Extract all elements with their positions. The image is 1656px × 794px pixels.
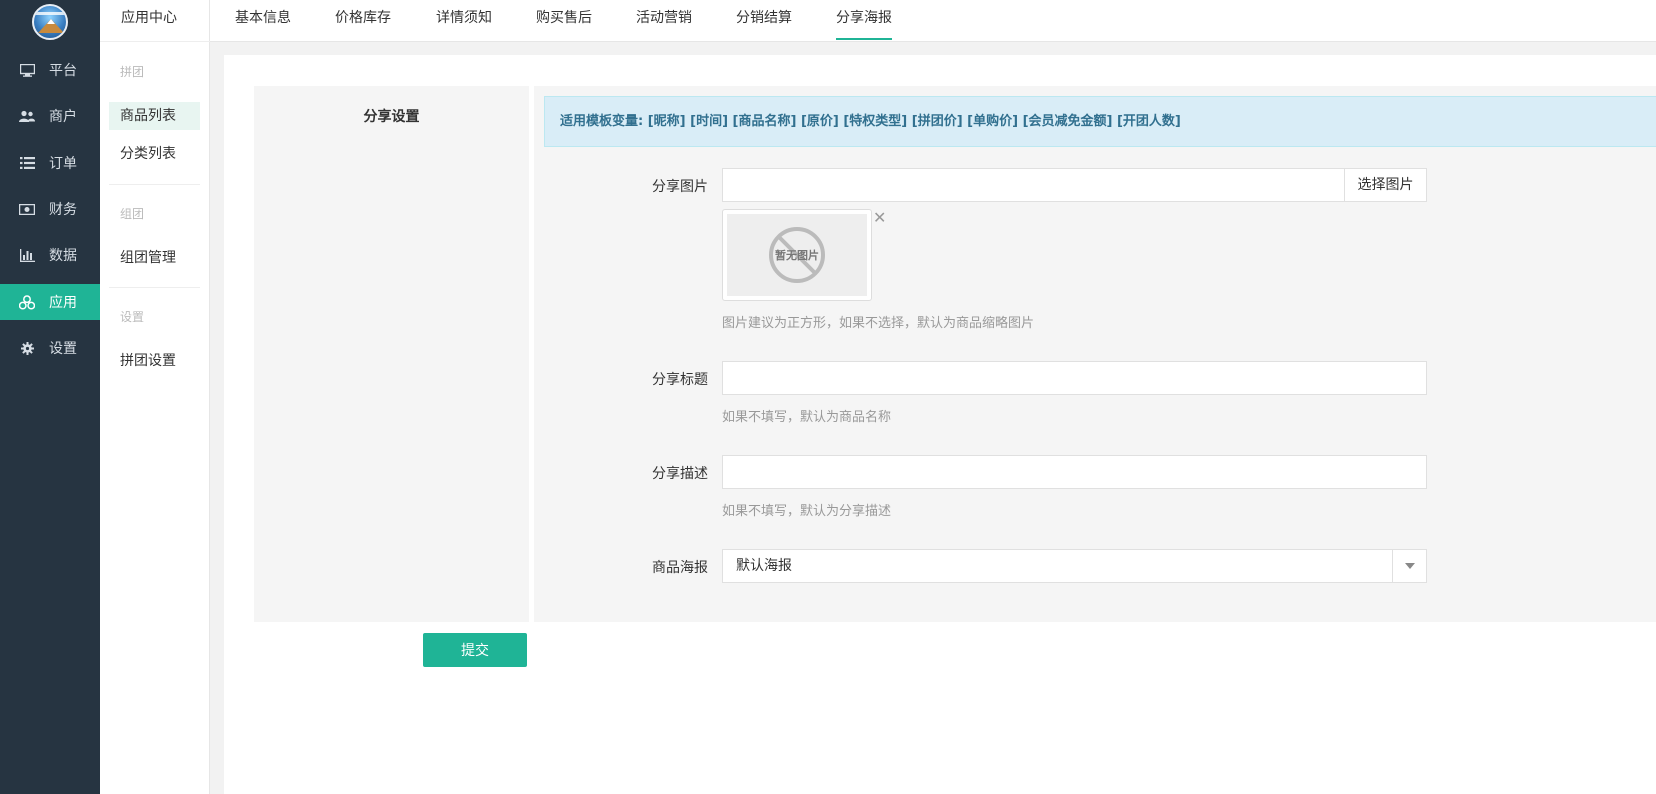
share-desc-hint: 如果不填写，默认为分享描述 (722, 504, 892, 519)
tab-price-stock[interactable]: 价格库存 (335, 0, 391, 42)
share-title-label: 分享标题 (652, 372, 708, 388)
tab-basic-info[interactable]: 基本信息 (235, 0, 291, 42)
tab-after-sales[interactable]: 购买售后 (536, 0, 592, 42)
select-caret-box[interactable] (1392, 550, 1426, 582)
subnav-group-title: 设置 (120, 310, 145, 324)
sidebar-item-label: 商户 (49, 109, 77, 125)
share-title-input[interactable] (722, 361, 1427, 395)
subnav-item-product-list[interactable]: 商品列表 (109, 102, 200, 130)
share-title-hint: 如果不填写，默认为商品名称 (722, 410, 892, 425)
monitor-icon (19, 62, 35, 78)
gear-icon (19, 340, 35, 356)
no-image-text: 暂无图片 (775, 249, 819, 262)
subnav-header[interactable]: 应用中心 (100, 0, 210, 42)
apps-icon (19, 294, 35, 310)
choose-image-button[interactable]: 选择图片 (1344, 168, 1427, 202)
template-variables-alert: 适用模板变量: [昵称] [时间] [商品名称] [原价] [特权类型] [拼团… (544, 96, 1656, 147)
form-panel (534, 86, 1656, 622)
sidebar-item-merchant[interactable]: 商户 (0, 98, 100, 134)
subnav-item-category-list[interactable]: 分类列表 (109, 140, 200, 168)
poster-selected-value: 默认海报 (736, 558, 792, 574)
remove-image-icon[interactable]: ✕ (873, 210, 886, 226)
section-label-panel: 分享设置 (254, 86, 529, 622)
tab-distribution[interactable]: 分销结算 (736, 0, 792, 42)
submit-button[interactable]: 提交 (423, 633, 527, 667)
subnav-group-title: 组团 (120, 207, 145, 221)
sidebar-item-settings[interactable]: 设置 (0, 330, 100, 366)
top-tab-bar: 基本信息 价格库存 详情须知 购买售后 活动营销 分销结算 分享海报 (210, 0, 1656, 42)
sidebar-item-label: 设置 (49, 341, 77, 357)
money-icon (19, 201, 35, 217)
subnav-group-title: 拼团 (120, 65, 145, 79)
image-preview: 暂无图片 (722, 209, 872, 301)
section-title: 分享设置 (363, 109, 420, 125)
list-icon (19, 155, 35, 171)
sidebar-item-label: 财务 (49, 202, 77, 218)
sidebar-item-order[interactable]: 订单 (0, 145, 100, 181)
sidebar-item-finance[interactable]: 财务 (0, 191, 100, 227)
tab-share-poster[interactable]: 分享海报 (836, 0, 892, 42)
subnav-item-group-settings[interactable]: 拼团设置 (109, 347, 200, 375)
poster-select[interactable]: 默认海报 (722, 549, 1427, 583)
sidebar-item-label: 应用 (49, 295, 77, 311)
users-icon (19, 108, 35, 124)
subnav-divider (109, 287, 200, 288)
share-image-label: 分享图片 (652, 179, 708, 195)
subnav-divider (109, 184, 200, 185)
sidebar-item-label: 平台 (49, 63, 77, 79)
share-image-input[interactable] (722, 168, 1345, 202)
sidebar-item-data[interactable]: 数据 (0, 237, 100, 273)
sub-sidebar: 应用中心 拼团 商品列表 分类列表 组团 组团管理 设置 拼团设置 (100, 0, 210, 794)
share-image-hint: 图片建议为正方形，如果不选择，默认为商品缩略图片 (722, 316, 1035, 331)
tab-details[interactable]: 详情须知 (436, 0, 492, 42)
sidebar-item-apps[interactable]: 应用 (0, 284, 100, 320)
share-desc-label: 分享描述 (652, 466, 708, 482)
main-sidebar: 平台 商户 订单 财务 数据 应用 设置 (0, 0, 100, 794)
sidebar-item-platform[interactable]: 平台 (0, 52, 100, 88)
sidebar-item-label: 数据 (49, 248, 77, 264)
share-desc-input[interactable] (722, 455, 1427, 489)
sidebar-item-label: 订单 (49, 156, 77, 172)
poster-label: 商品海报 (652, 560, 708, 576)
app-logo[interactable] (32, 4, 68, 40)
tab-marketing[interactable]: 活动营销 (636, 0, 692, 42)
chevron-down-icon (1404, 563, 1415, 569)
bar-chart-icon (19, 247, 35, 263)
subnav-item-group-manage[interactable]: 组团管理 (109, 244, 200, 272)
